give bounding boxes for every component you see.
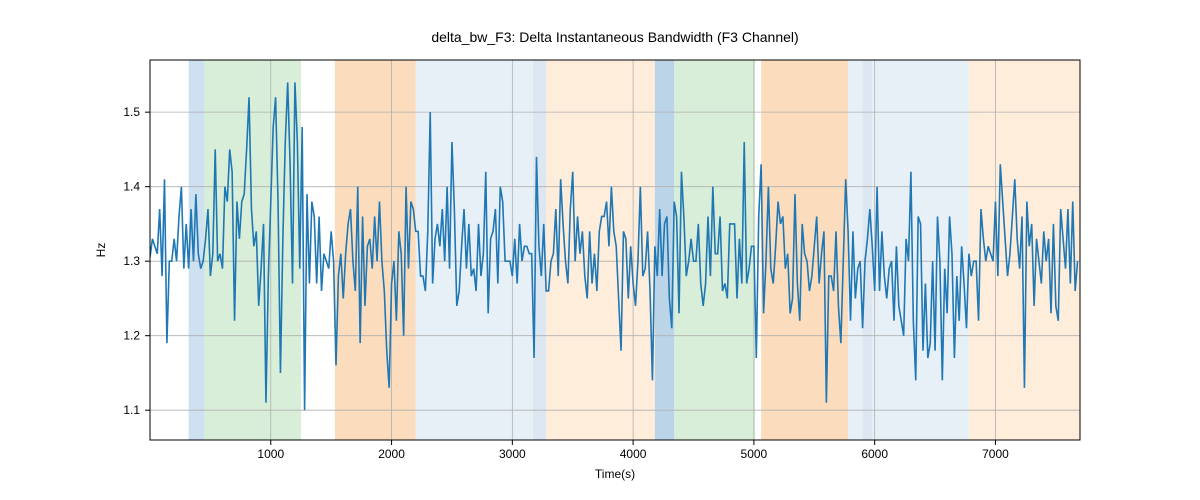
svg-text:6000: 6000 <box>861 447 888 461</box>
svg-text:1.3: 1.3 <box>123 254 140 268</box>
svg-text:2000: 2000 <box>378 447 405 461</box>
chart-container: 1000 2000 3000 4000 5000 6000 7000 1.1 1.2 1.3 1.4… <box>0 0 1200 500</box>
svg-text:1.1: 1.1 <box>123 403 140 417</box>
svg-text:4000: 4000 <box>620 447 647 461</box>
x-axis-label: Time(s) <box>595 467 635 481</box>
y-axis-label: Hz <box>94 243 108 258</box>
svg-text:7000: 7000 <box>982 447 1009 461</box>
svg-text:1.4: 1.4 <box>123 180 140 194</box>
svg-text:3000: 3000 <box>499 447 526 461</box>
y-axis: 1.1 1.2 1.3 1.4 1.5 <box>123 105 150 417</box>
svg-text:1.5: 1.5 <box>123 105 140 119</box>
svg-text:1.2: 1.2 <box>123 329 140 343</box>
chart-title: delta_bw_F3: Delta Instantaneous Bandwid… <box>431 29 798 45</box>
region-bands <box>189 60 1080 440</box>
svg-text:5000: 5000 <box>741 447 768 461</box>
svg-text:1000: 1000 <box>257 447 284 461</box>
x-axis: 1000 2000 3000 4000 5000 6000 7000 <box>257 440 1009 461</box>
line-chart: 1000 2000 3000 4000 5000 6000 7000 1.1 1.2 1.3 1.4… <box>0 0 1200 500</box>
